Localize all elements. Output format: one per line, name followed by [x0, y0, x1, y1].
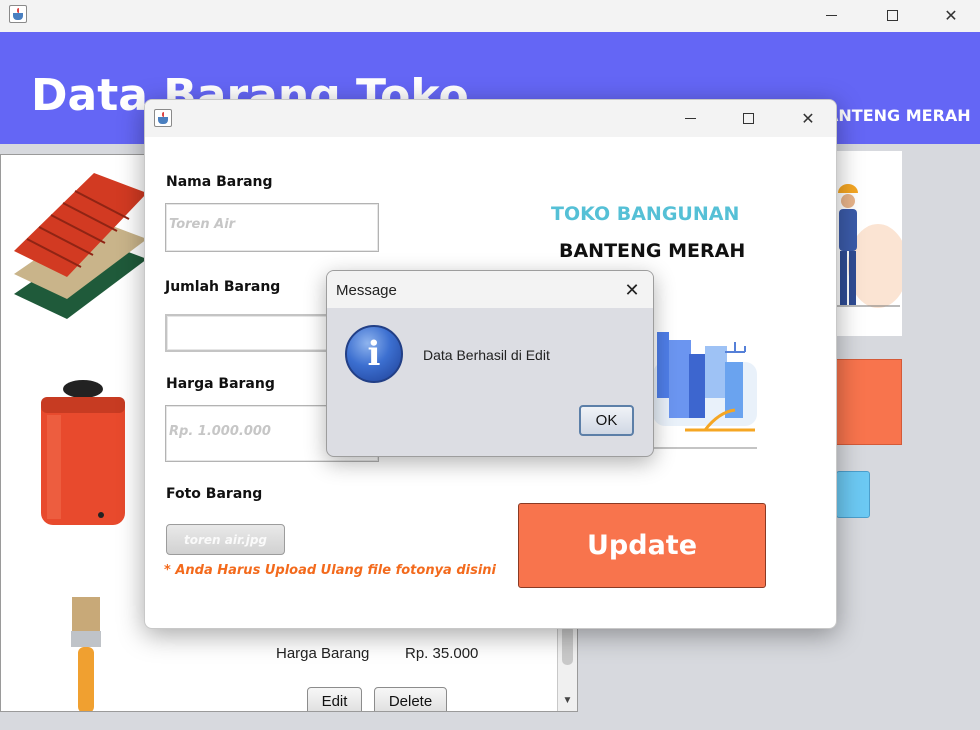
message-close-button[interactable]: ✕ [611, 274, 653, 306]
add-product-button[interactable] [836, 359, 902, 445]
photo-upload-button[interactable]: toren air.jpg [166, 524, 285, 555]
java-app-icon [154, 109, 172, 127]
maximize-button[interactable] [869, 0, 915, 30]
ok-button[interactable]: OK [579, 405, 634, 436]
info-icon: i [345, 325, 403, 383]
minimize-icon [684, 117, 696, 119]
refresh-button[interactable] [836, 471, 870, 518]
price-value: Rp. 35.000 [405, 645, 479, 662]
qty-label: Jumlah Barang [165, 279, 281, 295]
close-icon: ✕ [944, 5, 958, 25]
price-input-placeholder: Rp. 1.000.000 [169, 424, 271, 439]
photo-label: Foto Barang [166, 486, 263, 502]
message-dialog: Message ✕ i Data Berhasil di Edit OK [326, 270, 654, 457]
dialog-maximize-button[interactable] [725, 103, 771, 133]
minimize-icon [825, 14, 837, 16]
scroll-down-arrow-icon[interactable]: ▼ [558, 693, 577, 709]
brand-line-1: TOKO BANGUNAN [551, 203, 740, 225]
maximize-icon [886, 9, 898, 21]
message-title: Message [336, 282, 397, 299]
delete-button[interactable]: Delete [374, 687, 447, 711]
update-button[interactable]: Update [518, 503, 766, 588]
close-icon: ✕ [801, 108, 815, 128]
dialog-minimize-button[interactable] [667, 103, 713, 133]
name-input[interactable]: Toren Air [165, 203, 379, 252]
maximize-icon [742, 112, 754, 124]
name-label: Nama Barang [166, 174, 273, 190]
minimize-button[interactable] [808, 0, 854, 30]
close-button[interactable]: ✕ [928, 0, 974, 30]
java-app-icon [9, 5, 27, 23]
message-text: Data Berhasil di Edit [423, 347, 550, 363]
brand-line-2: BANTENG MERAH [559, 240, 746, 262]
city-illustration [645, 332, 757, 449]
dialog-titlebar: ✕ [145, 100, 836, 137]
dialog-close-button[interactable]: ✕ [785, 103, 831, 133]
name-input-placeholder: Toren Air [169, 217, 236, 232]
upload-note: * Anda Harus Upload Ulang file fotonya d… [164, 563, 497, 578]
water-tank-image [41, 380, 125, 525]
message-titlebar: Message ✕ [327, 271, 653, 308]
paint-brush-image [71, 597, 101, 711]
worker-illustration [834, 151, 902, 336]
roof-sheets-image [14, 173, 147, 319]
price-label: Harga Barang [276, 645, 370, 662]
close-icon: ✕ [624, 279, 640, 301]
shop-name: ANTENG MERAH [826, 106, 971, 125]
main-titlebar: ✕ [0, 0, 980, 32]
scroll-thumb[interactable] [562, 625, 573, 665]
price-label: Harga Barang [166, 376, 275, 392]
edit-button[interactable]: Edit [307, 687, 362, 711]
